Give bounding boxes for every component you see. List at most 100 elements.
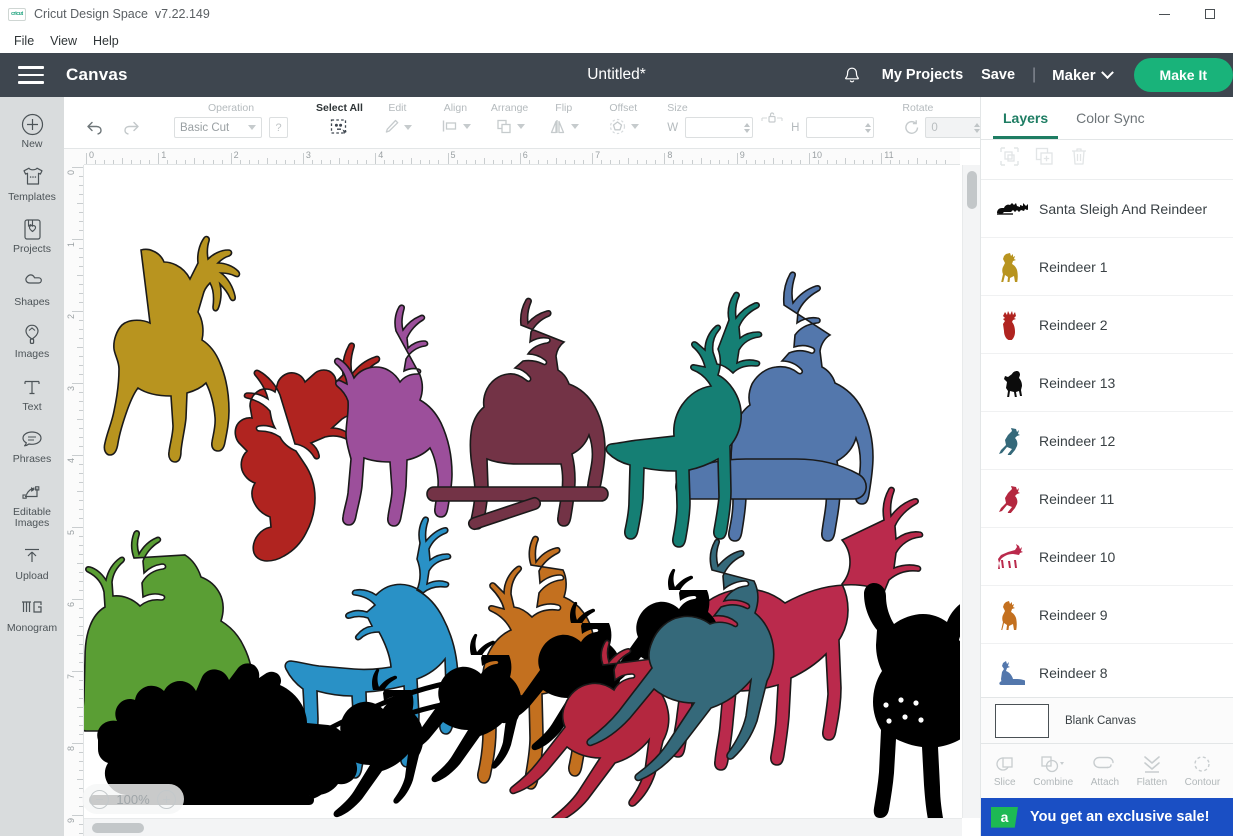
vertical-scroll-thumb[interactable] bbox=[967, 171, 977, 209]
undo-arrow-icon[interactable] bbox=[84, 119, 104, 140]
ruler-tick-minor bbox=[203, 160, 205, 164]
flip-mirror-icon[interactable] bbox=[548, 117, 568, 136]
make-it-button[interactable]: Make It bbox=[1133, 58, 1233, 92]
sidebar-item-shapes[interactable]: Shapes bbox=[0, 263, 64, 316]
zoom-in-icon[interactable]: + bbox=[157, 789, 176, 809]
flatten-button[interactable]: Flatten bbox=[1137, 754, 1167, 788]
ruler-tick-minor bbox=[79, 302, 83, 303]
canvas-horizontal-scrollbar[interactable] bbox=[84, 818, 962, 836]
height-input[interactable] bbox=[806, 117, 875, 138]
duplicate-icon[interactable] bbox=[1034, 146, 1055, 172]
lock-open-icon bbox=[761, 111, 783, 123]
height-stepper[interactable] bbox=[865, 122, 872, 133]
ruler-tick-minor bbox=[456, 160, 458, 164]
text-t-icon bbox=[0, 375, 64, 399]
rotate-icon[interactable] bbox=[902, 118, 922, 137]
shape-reindeer-6[interactable] bbox=[426, 297, 609, 531]
sidebar-label-images: Images bbox=[14, 348, 50, 360]
arrange-label: Arrange bbox=[490, 102, 529, 114]
layer-label: Reindeer 10 bbox=[1039, 548, 1116, 565]
blank-canvas-row[interactable]: Blank Canvas bbox=[981, 697, 1233, 743]
chevron-down-icon[interactable] bbox=[571, 124, 580, 129]
group-icon[interactable] bbox=[999, 146, 1020, 172]
combine-button[interactable]: Combine bbox=[1033, 754, 1073, 788]
width-stepper[interactable] bbox=[744, 122, 751, 133]
layer-row-reindeer-11[interactable]: Reindeer 11 bbox=[981, 470, 1233, 529]
layer-row-reindeer-13[interactable]: Reindeer 13 bbox=[981, 354, 1233, 413]
arrange-layers-icon[interactable] bbox=[494, 117, 514, 136]
machine-selector[interactable]: Maker bbox=[1044, 65, 1119, 84]
menu-file[interactable]: File bbox=[6, 32, 42, 50]
ruler-tick-minor bbox=[628, 158, 630, 164]
zoom-out-icon[interactable]: − bbox=[90, 789, 109, 809]
minimize-button[interactable] bbox=[1141, 0, 1187, 28]
artboard[interactable] bbox=[84, 165, 960, 836]
save-button[interactable]: Save bbox=[972, 67, 1024, 83]
sidebar-item-projects[interactable]: Projects bbox=[0, 210, 64, 263]
layer-row-santa-sleigh[interactable]: Santa Sleigh And Reindeer bbox=[981, 180, 1233, 239]
delete-trash-icon[interactable] bbox=[1069, 146, 1089, 172]
promo-banner[interactable]: a You get an exclusive sale! bbox=[981, 798, 1233, 836]
hamburger-menu-icon[interactable] bbox=[18, 66, 44, 84]
sidebar-item-templates[interactable]: Templates bbox=[0, 158, 64, 211]
canvas-area[interactable]: 0 1 2 3 4 5 6 7 8 9 10 11 0123456789 − 1… bbox=[64, 149, 980, 836]
ruler-tick-minor bbox=[863, 160, 865, 164]
menu-help[interactable]: Help bbox=[85, 32, 127, 50]
redo-arrow-icon[interactable] bbox=[122, 119, 142, 140]
tab-layers[interactable]: Layers bbox=[989, 97, 1062, 139]
canvas-vertical-scrollbar[interactable] bbox=[962, 165, 980, 818]
ruler-tick-minor bbox=[77, 707, 83, 708]
ruler-tick-minor bbox=[79, 176, 83, 177]
pencil-icon[interactable] bbox=[383, 117, 401, 137]
width-input[interactable] bbox=[685, 117, 754, 138]
chevron-down-icon[interactable] bbox=[517, 124, 526, 129]
operation-select[interactable]: Basic Cut bbox=[174, 117, 262, 138]
shape-reindeer-13[interactable] bbox=[864, 583, 960, 834]
sidebar-item-upload[interactable]: Upload bbox=[0, 537, 64, 590]
chevron-down-icon[interactable] bbox=[403, 124, 412, 130]
align-icon[interactable] bbox=[440, 117, 460, 135]
sidebar-item-editable-images[interactable]: Editable Images bbox=[0, 473, 64, 537]
zoom-control[interactable]: − 100% + bbox=[82, 784, 184, 814]
layer-row-reindeer-2[interactable]: Reindeer 2 bbox=[981, 296, 1233, 355]
ruler-tick-major bbox=[72, 311, 83, 312]
layers-list[interactable]: Santa Sleigh And Reindeer Reindeer 1 Rei… bbox=[981, 180, 1233, 697]
horizontal-scroll-thumb[interactable] bbox=[92, 823, 144, 833]
shape-reindeer-1[interactable] bbox=[103, 235, 241, 463]
sidebar-item-monogram[interactable]: Monogram bbox=[0, 589, 64, 642]
chevron-down-icon[interactable] bbox=[462, 123, 471, 129]
attach-button[interactable]: Attach bbox=[1091, 754, 1119, 788]
my-projects-link[interactable]: My Projects bbox=[873, 67, 972, 83]
sidebar-label-upload: Upload bbox=[15, 569, 49, 582]
sidebar-item-text[interactable]: Text bbox=[0, 368, 64, 421]
layer-row-reindeer-12[interactable]: Reindeer 12 bbox=[981, 412, 1233, 471]
ruler-tick-minor bbox=[79, 518, 83, 519]
sidebar-item-new[interactable]: New bbox=[0, 105, 64, 158]
ruler-tick-minor bbox=[266, 158, 268, 164]
chevron-down-icon[interactable] bbox=[631, 124, 640, 129]
maximize-button[interactable] bbox=[1187, 0, 1233, 28]
menu-view[interactable]: View bbox=[42, 32, 85, 50]
ruler-tick-minor bbox=[357, 160, 359, 164]
ruler-tick-minor bbox=[872, 160, 874, 164]
operation-help-button[interactable]: ? bbox=[269, 117, 288, 138]
main-body: New Templates Projects Shapes Images Tex… bbox=[0, 97, 1233, 836]
layer-row-reindeer-1[interactable]: Reindeer 1 bbox=[981, 238, 1233, 297]
notification-bell-icon[interactable] bbox=[837, 66, 867, 85]
tab-color-sync[interactable]: Color Sync bbox=[1062, 97, 1158, 139]
layer-row-reindeer-10[interactable]: Reindeer 10 bbox=[981, 528, 1233, 587]
sidebar-item-phrases[interactable]: Phrases bbox=[0, 420, 64, 473]
select-all-icon[interactable] bbox=[328, 117, 350, 138]
contour-button[interactable]: Contour bbox=[1185, 754, 1220, 788]
blank-canvas-swatch[interactable] bbox=[995, 703, 1049, 738]
lock-aspect-ratio-toggle[interactable] bbox=[759, 109, 785, 129]
rotate-input[interactable]: 0 bbox=[925, 117, 984, 138]
ruler-tick-minor bbox=[79, 221, 83, 222]
slice-button[interactable]: Slice bbox=[994, 754, 1016, 788]
ruler-label: 2 bbox=[66, 314, 76, 320]
offset-icon[interactable] bbox=[607, 117, 628, 136]
layer-row-reindeer-8[interactable]: Reindeer 8 bbox=[981, 644, 1233, 697]
layer-row-reindeer-9[interactable]: Reindeer 9 bbox=[981, 586, 1233, 645]
sidebar-item-images[interactable]: Images bbox=[0, 315, 64, 368]
ruler-tick-major bbox=[72, 383, 83, 384]
